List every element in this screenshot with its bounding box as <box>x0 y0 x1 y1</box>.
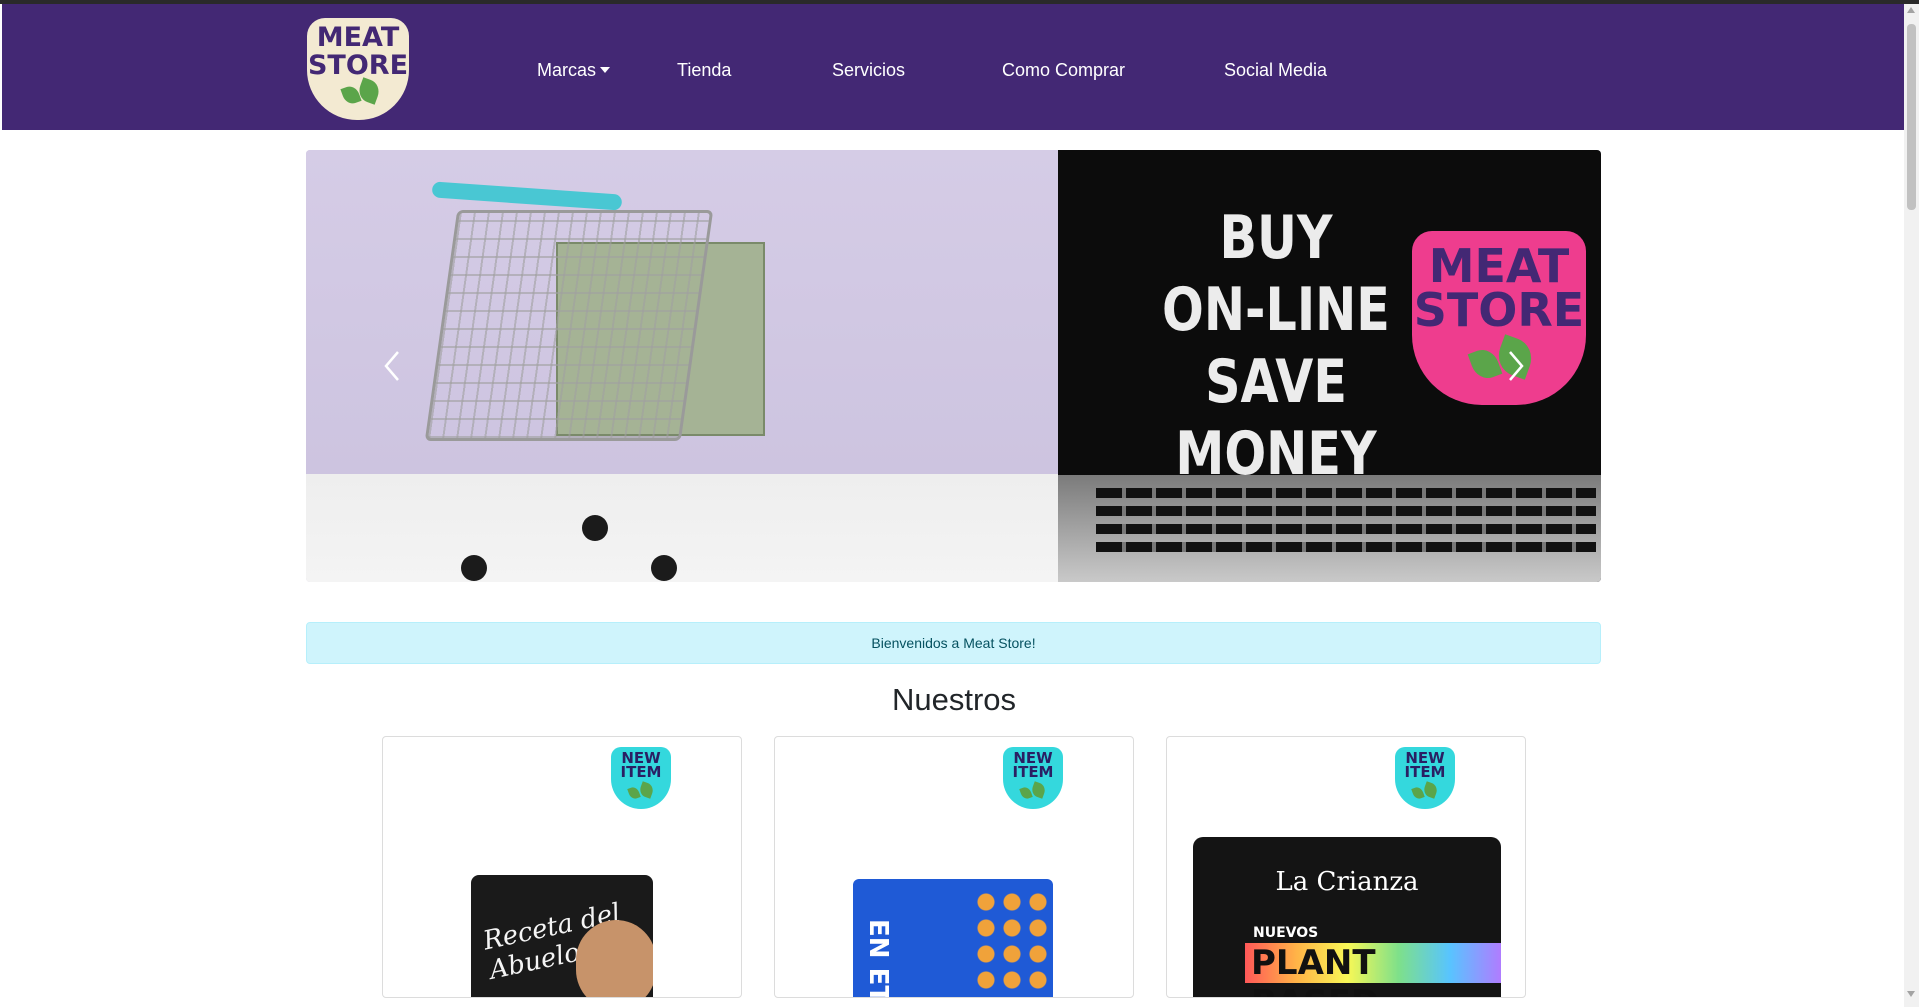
product-photo <box>576 920 653 997</box>
new-item-badge: NEW ITEM <box>1395 747 1455 809</box>
product-image[interactable]: Receta del Abuelo <box>471 875 653 997</box>
page-scrollbar[interactable] <box>1904 4 1919 1007</box>
logo-line-2: STORE <box>307 50 409 81</box>
product-image[interactable]: EN ETS <box>853 879 1053 998</box>
product-card[interactable]: NEW ITEM Receta del Abuelo <box>382 736 742 998</box>
nav-tienda[interactable]: Tienda <box>677 60 731 81</box>
product-package-text: PLANT BASED <box>1245 943 1501 997</box>
leaf-icon <box>627 785 641 801</box>
product-photo <box>973 889 1048 997</box>
leaf-icon <box>1467 345 1503 383</box>
shopping-cart-image <box>424 210 714 441</box>
keyboard-keys <box>1096 542 1596 552</box>
leaf-icon <box>340 83 362 107</box>
brand-logo[interactable]: MEAT STORE <box>307 18 409 120</box>
product-sub-text: NUEVOS <box>1253 925 1319 941</box>
product-card[interactable]: NEW ITEM La Crianza NUEVOS PLANT BASED <box>1166 736 1526 998</box>
hero-carousel: BUY ON-LINE SAVE MONEY MEAT STORE <box>306 150 1601 582</box>
scroll-up-arrow-icon[interactable] <box>1907 7 1915 13</box>
navbar: MEAT STORE Marcas Tienda Servicios Como … <box>2 4 1904 130</box>
carousel-store-badge: MEAT STORE <box>1412 231 1586 405</box>
carousel-badge-line-2: STORE <box>1413 283 1585 337</box>
cart-wheel <box>582 515 608 541</box>
chevron-right-icon <box>1509 351 1524 381</box>
caret-down-icon <box>600 67 611 73</box>
welcome-alert: Bienvenidos a Meat Store! <box>306 622 1601 664</box>
carousel-headline-line-2: ON-LINE <box>1162 275 1390 345</box>
badge-line-2: ITEM <box>1012 763 1054 781</box>
product-card[interactable]: NEW ITEM EN ETS <box>774 736 1134 998</box>
leaf-icon <box>1411 785 1425 801</box>
logo-line-1: MEAT <box>316 22 400 53</box>
nav-como-comprar[interactable]: Como Comprar <box>1002 60 1125 81</box>
new-item-badge: NEW ITEM <box>611 747 671 809</box>
product-package-text: EN ETS <box>863 919 893 998</box>
badge-line-2: ITEM <box>1404 763 1446 781</box>
carousel-headline-line-1: BUY <box>1219 203 1333 273</box>
nav-marcas-label: Marcas <box>537 60 597 80</box>
scrollbar-thumb[interactable] <box>1907 24 1916 210</box>
cart-wheel <box>651 555 677 581</box>
leaf-icon <box>1019 785 1033 801</box>
nav-servicios[interactable]: Servicios <box>832 60 905 81</box>
scroll-down-arrow-icon[interactable] <box>1907 991 1915 997</box>
carousel-headline-line-3: SAVE MONEY <box>1175 347 1377 489</box>
chevron-left-icon <box>384 351 399 381</box>
keyboard-keys <box>1096 506 1596 516</box>
badge-line-2: ITEM <box>620 763 662 781</box>
section-title: Nuestros <box>891 682 1017 717</box>
carousel-next-button[interactable] <box>1504 348 1526 384</box>
new-item-badge: NEW ITEM <box>1003 747 1063 809</box>
cart-wheel <box>461 555 487 581</box>
nav-marcas-dropdown[interactable]: Marcas <box>537 60 611 81</box>
product-image[interactable]: La Crianza NUEVOS PLANT BASED <box>1193 837 1501 997</box>
nav-social-media[interactable]: Social Media <box>1224 60 1327 81</box>
product-brand-text: La Crianza <box>1275 867 1419 897</box>
keyboard-keys <box>1096 524 1596 534</box>
carousel-prev-button[interactable] <box>382 348 404 384</box>
